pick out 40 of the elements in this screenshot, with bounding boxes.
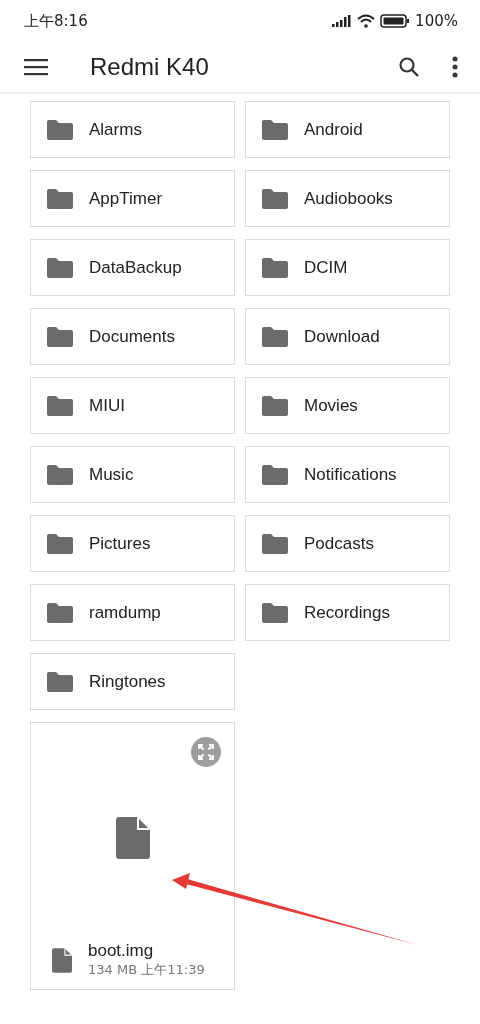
folder-name: Android bbox=[304, 119, 363, 140]
folder-item[interactable]: Download bbox=[245, 308, 450, 365]
folder-name: ramdump bbox=[89, 602, 161, 623]
folder-item[interactable]: Alarms bbox=[30, 101, 235, 158]
folder-item[interactable]: Notifications bbox=[245, 446, 450, 503]
folder-name: DCIM bbox=[304, 257, 348, 278]
folder-name: Download bbox=[304, 326, 380, 347]
folder-name: Audiobooks bbox=[304, 188, 393, 209]
folder-item[interactable]: Ringtones bbox=[30, 653, 235, 710]
folder-item[interactable]: Movies bbox=[245, 377, 450, 434]
folder-name: Notifications bbox=[304, 464, 397, 485]
folder-name: MIUI bbox=[89, 395, 125, 416]
folder-name: Recordings bbox=[304, 602, 390, 623]
folder-item[interactable]: ramdump bbox=[30, 584, 235, 641]
folder-name: AppTimer bbox=[89, 188, 163, 209]
folder-name: Ringtones bbox=[89, 671, 166, 692]
folder-name: DataBackup bbox=[89, 257, 182, 278]
folder-item[interactable]: Podcasts bbox=[245, 515, 450, 572]
folder-name: Movies bbox=[304, 395, 358, 416]
file-details: 134 MB 上午11:39 bbox=[88, 961, 205, 979]
folder-item[interactable]: Audiobooks bbox=[245, 170, 450, 227]
folder-name: Pictures bbox=[89, 533, 151, 554]
folder-name: Podcasts bbox=[304, 533, 374, 554]
folder-item[interactable]: Documents bbox=[30, 308, 235, 365]
app-title: Redmi K40 bbox=[90, 53, 210, 81]
folder-item[interactable]: Recordings bbox=[245, 584, 450, 641]
folder-item[interactable]: MIUI bbox=[30, 377, 235, 434]
folder-item[interactable]: DataBackup bbox=[30, 239, 235, 296]
folder-item[interactable]: DCIM bbox=[245, 239, 450, 296]
file-name: boot.img bbox=[88, 941, 155, 961]
folder-item[interactable]: Music bbox=[30, 446, 235, 503]
status-time: 上午8:16 bbox=[24, 11, 88, 31]
file-card[interactable]: boot.img 134 MB 上午11:39 bbox=[30, 722, 235, 990]
folder-name: Documents bbox=[89, 326, 175, 347]
folder-name: Alarms bbox=[89, 119, 142, 140]
battery-percent: 100% bbox=[415, 12, 458, 30]
folder-item[interactable]: Pictures bbox=[30, 515, 235, 572]
folder-item[interactable]: AppTimer bbox=[30, 170, 235, 227]
folder-item[interactable]: Android bbox=[245, 101, 450, 158]
folder-name: Music bbox=[89, 464, 134, 485]
